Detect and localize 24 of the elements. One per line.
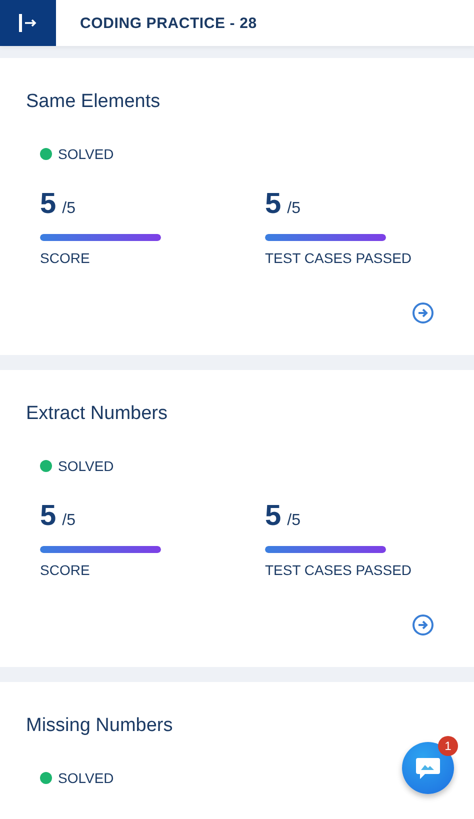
problem-title: Missing Numbers — [26, 714, 174, 738]
metric-value: 5 — [40, 188, 56, 221]
problem-title: Extract Numbers — [26, 402, 168, 426]
metric-total: /5 — [62, 200, 76, 218]
sidebar-expand-icon — [17, 13, 39, 33]
page-title: CODING PRACTICE - 28 — [80, 14, 257, 32]
metric-value: 5 — [40, 500, 56, 533]
sidebar-toggle-button[interactable] — [0, 0, 56, 46]
metric-label: TEST CASES PASSED — [265, 562, 413, 578]
metric-label: TEST CASES PASSED — [265, 250, 413, 266]
metric-value: 5 — [265, 500, 282, 533]
arrow-right-circle-icon[interactable] — [412, 302, 434, 324]
metric-total: /5 — [287, 200, 300, 218]
metric-label: SCORE — [40, 250, 91, 266]
metric-total: /5 — [62, 512, 76, 530]
arrow-right-circle-icon[interactable] — [412, 614, 434, 636]
problem-title: Same Elements — [26, 90, 162, 114]
status-label: SOLVED — [58, 458, 114, 474]
metric-label: SCORE — [40, 562, 91, 578]
status-label: SOLVED — [58, 770, 114, 786]
metric-value: 5 — [265, 188, 282, 221]
chat-bubble-icon — [415, 756, 441, 780]
metric-total: /5 — [287, 512, 300, 530]
status-label: SOLVED — [58, 146, 114, 162]
